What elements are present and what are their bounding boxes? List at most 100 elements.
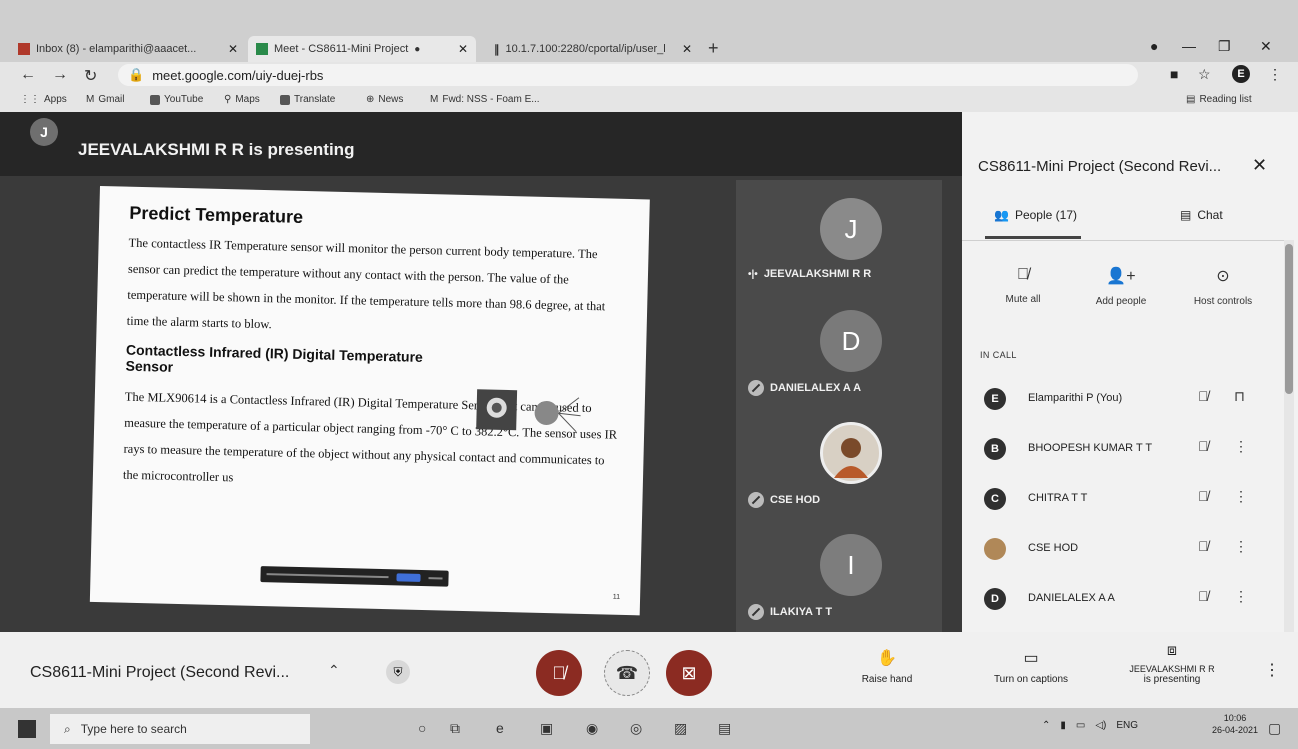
chevron-up-icon[interactable]: ⌃	[1042, 720, 1050, 731]
participant-tile[interactable]: I ILAKIYA T T	[736, 516, 942, 628]
close-icon[interactable]: ✕	[458, 42, 468, 56]
pdf-reader-icon[interactable]: ▨	[674, 720, 687, 737]
mic-toggle-button[interactable]: 🎙̸	[536, 650, 582, 696]
mute-all-button[interactable]: 🎙̸ Mute all	[978, 266, 1068, 305]
file-explorer-icon[interactable]: ▣	[540, 720, 553, 737]
more-options-icon[interactable]: ⋮	[1234, 588, 1248, 605]
camera-toggle-button[interactable]: ⊠	[666, 650, 712, 696]
close-icon[interactable]: ✕	[682, 42, 692, 56]
slide-popup-bar	[260, 566, 449, 587]
language-label[interactable]: ENG	[1116, 720, 1138, 731]
pin-icon[interactable]: ⊓	[1234, 388, 1245, 405]
bookmark-label: News	[378, 94, 404, 105]
meeting-name[interactable]: CS8611-Mini Project (Second Revi...	[30, 664, 289, 682]
tab-gmail[interactable]: Inbox (8) - elamparithi@aaacet... ✕	[10, 36, 246, 62]
panel-scroll-thumb[interactable]	[1285, 244, 1293, 394]
taskbar-clock[interactable]: 10:06 26-04-2021	[1212, 712, 1258, 736]
captions-button[interactable]: ▭ Turn on captions	[976, 648, 1086, 685]
maximize-button[interactable]: ❐	[1218, 38, 1231, 55]
action-label: Add people	[1095, 296, 1147, 307]
taskbar-search[interactable]: ⌕ Type here to search	[50, 714, 310, 744]
profile-avatar[interactable]: E	[1232, 65, 1250, 83]
camera-in-use-icon[interactable]: ■	[1170, 66, 1178, 82]
bookmark-label: YouTube	[164, 94, 204, 105]
notifications-icon[interactable]: ▢	[1268, 720, 1281, 737]
edge-icon[interactable]: e	[496, 720, 504, 736]
chevron-up-icon[interactable]: ⌃	[328, 662, 340, 679]
panel-close-button[interactable]: ✕	[1252, 155, 1267, 176]
back-button[interactable]: ←	[20, 66, 36, 84]
person-avatar: D	[984, 588, 1006, 610]
more-options-icon[interactable]: ⋮	[1234, 438, 1248, 455]
bookmark-apps[interactable]: ⋮⋮ Apps	[20, 94, 67, 105]
tab-meet[interactable]: Meet - CS8611-Mini Project ● ✕	[248, 36, 476, 62]
more-options-icon[interactable]: ⋮	[1234, 538, 1248, 555]
task-view-icon[interactable]: ⧉	[450, 720, 460, 737]
person-row[interactable]: E Elamparithi P (You) 🎙̸ ⊓	[962, 378, 1284, 428]
mic-off-icon[interactable]: 🎙̸	[1198, 438, 1209, 454]
mic-off-icon[interactable]: 🎙̸	[1198, 588, 1209, 604]
battery-icon[interactable]: ▭	[1076, 720, 1085, 731]
person-row[interactable]: C CHITRA T T 🎙̸ ⋮	[962, 478, 1284, 528]
more-options-icon[interactable]: ⋮	[1264, 660, 1280, 680]
bookmark-star-icon[interactable]: ☆	[1198, 66, 1211, 83]
window-close-button[interactable]: ✕	[1260, 38, 1272, 55]
tab-cportal[interactable]: ∥ 10.1.7.100:2280/cportal/ip/user_l ✕	[486, 36, 700, 62]
cortana-icon[interactable]: ○	[418, 720, 426, 736]
bookmark-gmail[interactable]: M Gmail	[86, 94, 124, 105]
browser-menu-icon[interactable]: ⋮	[1268, 66, 1282, 83]
person-name: CHITRA T T	[1028, 492, 1088, 504]
tab-chat[interactable]: ▤ Chat	[1180, 208, 1223, 222]
windows-start-icon[interactable]	[18, 720, 36, 738]
person-row[interactable]: CSE HOD 🎙̸ ⋮	[962, 528, 1284, 578]
person-name: Elamparithi P (You)	[1028, 392, 1123, 404]
powerpoint-icon[interactable]: ▤	[718, 720, 731, 737]
new-tab-button[interactable]: +	[708, 38, 719, 59]
forward-button[interactable]: →	[52, 66, 68, 84]
participant-tile[interactable]: J •|• JEEVALAKSHMI R R	[736, 180, 942, 292]
translate-icon	[280, 94, 290, 105]
host-controls-button[interactable]: ⊙ Host controls	[1178, 266, 1268, 307]
bookmark-translate[interactable]: Translate	[280, 94, 335, 105]
mic-off-icon[interactable]: 🎙̸	[1198, 538, 1209, 554]
divider	[962, 240, 1284, 241]
mic-off-icon[interactable]: 🎙̸	[1198, 488, 1209, 504]
raise-hand-button[interactable]: ✋ Raise hand	[852, 648, 922, 685]
bookmark-news[interactable]: ⊕ News	[366, 94, 403, 105]
news-icon: ⊕	[366, 94, 375, 105]
reload-button[interactable]: ↻	[84, 66, 97, 86]
close-icon[interactable]: ✕	[228, 42, 238, 56]
person-name: BHOOPESH KUMAR T T	[1028, 442, 1153, 454]
shield-icon[interactable]: ⛨	[386, 660, 410, 684]
network-icon[interactable]: ▮	[1060, 720, 1066, 731]
tab-label: Chat	[1197, 208, 1223, 222]
maps-pin-icon: ⚲	[224, 94, 232, 105]
participant-tile[interactable]: D DANIELALEX A A	[736, 292, 942, 404]
mic-off-icon	[748, 492, 764, 508]
tab-people[interactable]: 👥 People (17)	[994, 208, 1077, 222]
clock-date: 26-04-2021	[1212, 725, 1259, 735]
reading-list-label: Reading list	[1199, 94, 1252, 105]
more-options-icon[interactable]: ⋮	[1234, 488, 1248, 505]
speaking-indicator-icon: •|•	[748, 268, 758, 280]
bookmark-nss[interactable]: M Fwd: NSS - Foam E...	[430, 94, 540, 105]
presentation-button[interactable]: ⧈ JEEVALAKSHMI R R is presenting	[1110, 642, 1234, 685]
bookmark-youtube[interactable]: YouTube	[150, 94, 203, 105]
slide-subtitle: Contactless Infrared (IR) Digital Temper…	[125, 341, 424, 375]
leave-call-button[interactable]: ☎	[604, 650, 650, 696]
speaker-icon[interactable]: ◁)	[1095, 720, 1106, 731]
chrome-icon[interactable]: ◉	[586, 720, 598, 737]
reading-list-button[interactable]: ▤ Reading list	[1186, 94, 1252, 105]
app-icon[interactable]: ◎	[630, 720, 642, 737]
mic-off-icon[interactable]: 🎙̸	[1198, 388, 1209, 404]
gmail-icon: M	[86, 94, 95, 105]
person-row[interactable]: B BHOOPESH KUMAR T T 🎙̸ ⋮	[962, 428, 1284, 478]
shared-slide: Predict Temperature The contactless IR T…	[89, 186, 650, 616]
address-bar[interactable]: 🔒 meet.google.com/uiy-duej-rbs	[118, 64, 1138, 86]
participant-tile[interactable]: CSE HOD	[736, 404, 942, 516]
person-row[interactable]: D DANIELALEX A A 🎙̸ ⋮	[962, 578, 1284, 628]
minimize-button[interactable]: —	[1182, 38, 1196, 54]
add-people-button[interactable]: 👤+ Add people	[1076, 266, 1166, 307]
bookmark-maps[interactable]: ⚲ Maps	[224, 94, 260, 105]
chat-icon: ▤	[1180, 208, 1192, 222]
